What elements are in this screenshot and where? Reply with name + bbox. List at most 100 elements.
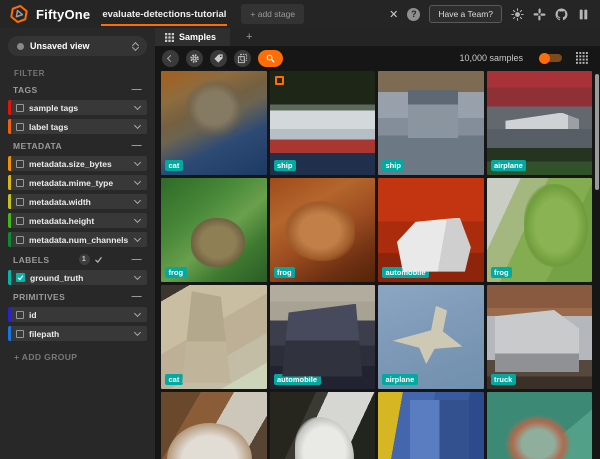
section-header-primitives[interactable]: PRIMITIVES — (13, 292, 142, 303)
sample-label-badge: automobile (273, 373, 321, 385)
gear-icon (190, 53, 199, 63)
section-header-metadata[interactable]: METADATA — (13, 141, 142, 152)
patches-button[interactable] (234, 49, 251, 67)
sidebar-field-label-tags[interactable]: label tags (8, 119, 147, 134)
checkbox[interactable] (16, 103, 24, 112)
scrollbar[interactable] (595, 74, 599, 190)
back-button[interactable] (162, 49, 179, 67)
checkbox[interactable] (16, 159, 24, 168)
have-team-button[interactable]: Have a Team? (429, 5, 502, 23)
settings-button[interactable] (186, 49, 203, 67)
sample-checkbox[interactable] (274, 76, 284, 85)
chevron-down-icon[interactable] (133, 102, 142, 111)
sample-label-badge: frog (273, 266, 296, 278)
sidebar-field-ground-truth[interactable]: ground_truth (8, 270, 147, 285)
sample-tile[interactable]: airplane (378, 285, 484, 389)
grid-icon (165, 32, 174, 42)
sidebar-field-id[interactable]: id (8, 307, 147, 322)
docs-icon[interactable] (577, 8, 590, 21)
collapse-icon[interactable]: — (132, 292, 142, 302)
sample-tile[interactable]: automobile (378, 178, 484, 282)
light-mode-icon[interactable] (511, 7, 524, 21)
main-panel: Samples + 10,000 samples cat ship ship a… (155, 28, 600, 459)
slack-icon[interactable] (533, 8, 546, 21)
sample-tile[interactable]: truck (486, 285, 592, 389)
close-icon[interactable]: ✕ (389, 8, 398, 21)
field-label: metadata.width (29, 196, 91, 207)
tag-button[interactable] (210, 49, 227, 67)
chevron-down-icon[interactable] (133, 196, 142, 205)
field-label: label tags (29, 121, 69, 132)
section-header-labels[interactable]: LABELS 1 — (13, 254, 142, 265)
sample-tile[interactable]: frog (269, 178, 375, 282)
sidebar-field-num-channels[interactable]: metadata.num_channels (8, 232, 147, 247)
brand-title: FiftyOne (36, 6, 91, 22)
sample-tile[interactable]: cat (161, 285, 267, 389)
section-title: METADATA (13, 141, 62, 151)
new-tab-button[interactable]: + (230, 28, 268, 46)
unfold-icon (131, 41, 140, 51)
checkbox[interactable] (16, 178, 24, 187)
chevron-down-icon[interactable] (133, 234, 142, 243)
collapse-icon[interactable]: — (132, 141, 142, 151)
sample-tile[interactable] (269, 392, 375, 459)
checkbox[interactable] (16, 329, 24, 338)
tag-icon (214, 53, 223, 63)
sample-tile[interactable]: ship (269, 71, 375, 175)
add-group-button[interactable]: + ADD GROUP (14, 352, 141, 362)
chevron-down-icon[interactable] (133, 121, 142, 130)
chevron-down-icon[interactable] (133, 158, 142, 167)
chevron-down-icon[interactable] (133, 215, 142, 224)
field-label: filepath (29, 328, 60, 339)
section-header-tags[interactable]: TAGS — (13, 85, 142, 96)
sidebar-field-height[interactable]: metadata.height (8, 213, 147, 228)
sample-label-badge: frog (490, 266, 513, 278)
sample-tile[interactable] (161, 392, 267, 459)
view-selector[interactable]: Unsaved view (8, 36, 147, 56)
view-dot-icon (17, 42, 24, 50)
checkbox[interactable] (16, 122, 24, 131)
tab-samples[interactable]: Samples (155, 28, 231, 46)
section-title: LABELS (13, 254, 50, 265)
sample-tile[interactable]: cat (161, 71, 267, 175)
sidebar-field-filepath[interactable]: filepath (8, 326, 147, 341)
sample-count: 10,000 samples (459, 53, 523, 63)
help-icon[interactable]: ? (407, 7, 421, 21)
chevron-down-icon[interactable] (133, 177, 142, 186)
sample-tile[interactable]: frog (161, 178, 267, 282)
sample-tile[interactable]: frog (486, 178, 592, 282)
sample-tile[interactable]: automobile (269, 285, 375, 389)
chevron-down-icon[interactable] (133, 272, 142, 281)
sample-tile[interactable] (486, 392, 592, 459)
github-icon[interactable] (555, 8, 568, 21)
search-button[interactable] (258, 49, 283, 67)
chevron-left-icon (166, 54, 175, 62)
sample-tile[interactable]: airplane (486, 71, 592, 175)
grid-size-icon[interactable] (576, 52, 588, 64)
collapse-icon[interactable]: — (132, 85, 142, 95)
sample-label-badge: airplane (382, 373, 418, 385)
sidebar-field-size-bytes[interactable]: metadata.size_bytes (8, 156, 147, 171)
checkbox[interactable] (16, 310, 24, 319)
grid-zoom-slider[interactable] (539, 52, 562, 64)
search-icon (266, 54, 275, 63)
chevron-down-icon[interactable] (133, 328, 142, 337)
checkbox[interactable] (16, 216, 24, 225)
field-label: metadata.num_channels (29, 234, 129, 245)
sample-tile[interactable]: ship (378, 71, 484, 175)
add-stage-button[interactable]: + add stage (241, 4, 305, 24)
sample-tile[interactable] (378, 392, 484, 459)
sidebar-field-sample-tags[interactable]: sample tags (8, 100, 147, 115)
collapse-icon[interactable]: — (132, 254, 142, 264)
sample-label-badge: ship (382, 159, 405, 171)
checkbox[interactable] (16, 235, 24, 244)
slider-knob[interactable] (539, 52, 550, 64)
dataset-name[interactable]: evaluate-detections-tutorial (101, 2, 228, 26)
sidebar-field-width[interactable]: metadata.width (8, 194, 147, 209)
checkbox-checked[interactable] (16, 273, 25, 282)
checkbox[interactable] (16, 197, 24, 206)
sample-label-badge: airplane (490, 159, 527, 171)
sidebar-field-mime-type[interactable]: metadata.mime_type (8, 175, 147, 190)
field-label: sample tags (29, 102, 79, 113)
chevron-down-icon[interactable] (133, 309, 142, 318)
